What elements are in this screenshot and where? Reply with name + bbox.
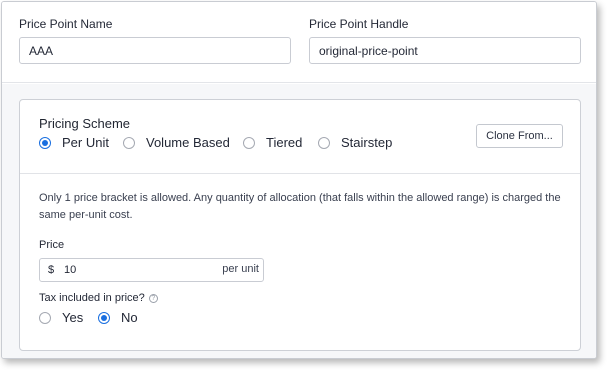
- price-point-handle-input[interactable]: [309, 37, 581, 64]
- radio-stairstep-label: Stairstep: [341, 135, 393, 150]
- price-point-name-input[interactable]: [19, 37, 291, 64]
- radio-stairstep[interactable]: Stairstep: [318, 135, 392, 150]
- pricing-scheme-header: Pricing Scheme Per Unit Volume Based Tie…: [20, 100, 580, 174]
- radio-tax-yes-button[interactable]: [39, 311, 51, 324]
- currency-symbol: $: [48, 264, 55, 276]
- price-point-header-section: Price Point Name Price Point Handle: [2, 2, 596, 83]
- help-icon[interactable]: ?: [148, 293, 158, 303]
- price-point-handle-label: Price Point Handle: [309, 17, 409, 31]
- clone-from-button[interactable]: Clone From...: [476, 124, 563, 148]
- price-value[interactable]: 10: [64, 264, 76, 276]
- price-point-name-label: Price Point Name: [19, 17, 113, 31]
- radio-tax-yes-label: Yes: [62, 310, 84, 325]
- radio-tax-no-label: No: [121, 310, 138, 325]
- radio-tiered-label: Tiered: [266, 135, 303, 150]
- radio-tax-no[interactable]: No: [98, 310, 138, 325]
- price-unit-suffix: per unit: [222, 263, 259, 275]
- radio-tiered[interactable]: Tiered: [243, 135, 302, 150]
- radio-per-unit[interactable]: Per Unit: [39, 135, 109, 150]
- radio-stairstep-button[interactable]: [318, 136, 330, 149]
- price-label: Price: [39, 239, 65, 251]
- radio-tax-yes[interactable]: Yes: [39, 310, 83, 325]
- radio-per-unit-label: Per Unit: [62, 135, 109, 150]
- radio-tax-no-button[interactable]: [98, 311, 110, 324]
- radio-volume-based-label: Volume Based: [146, 135, 230, 150]
- radio-volume-based-button[interactable]: [123, 136, 135, 149]
- pricing-scheme-title: Pricing Scheme: [39, 116, 131, 131]
- price-point-form: Price Point Name Price Point Handle Pric…: [1, 1, 597, 359]
- pricing-description: Only 1 price bracket is allowed. Any qua…: [39, 192, 561, 221]
- tax-included-text: Tax included in price?: [39, 292, 145, 304]
- pricing-scheme-card: Pricing Scheme Per Unit Volume Based Tie…: [19, 99, 581, 351]
- radio-tiered-button[interactable]: [243, 136, 255, 149]
- price-input[interactable]: $ 10 per unit: [39, 258, 264, 282]
- radio-volume-based[interactable]: Volume Based: [123, 135, 230, 150]
- tax-included-label: Tax included in price? ?: [39, 292, 158, 304]
- radio-per-unit-button[interactable]: [39, 136, 51, 149]
